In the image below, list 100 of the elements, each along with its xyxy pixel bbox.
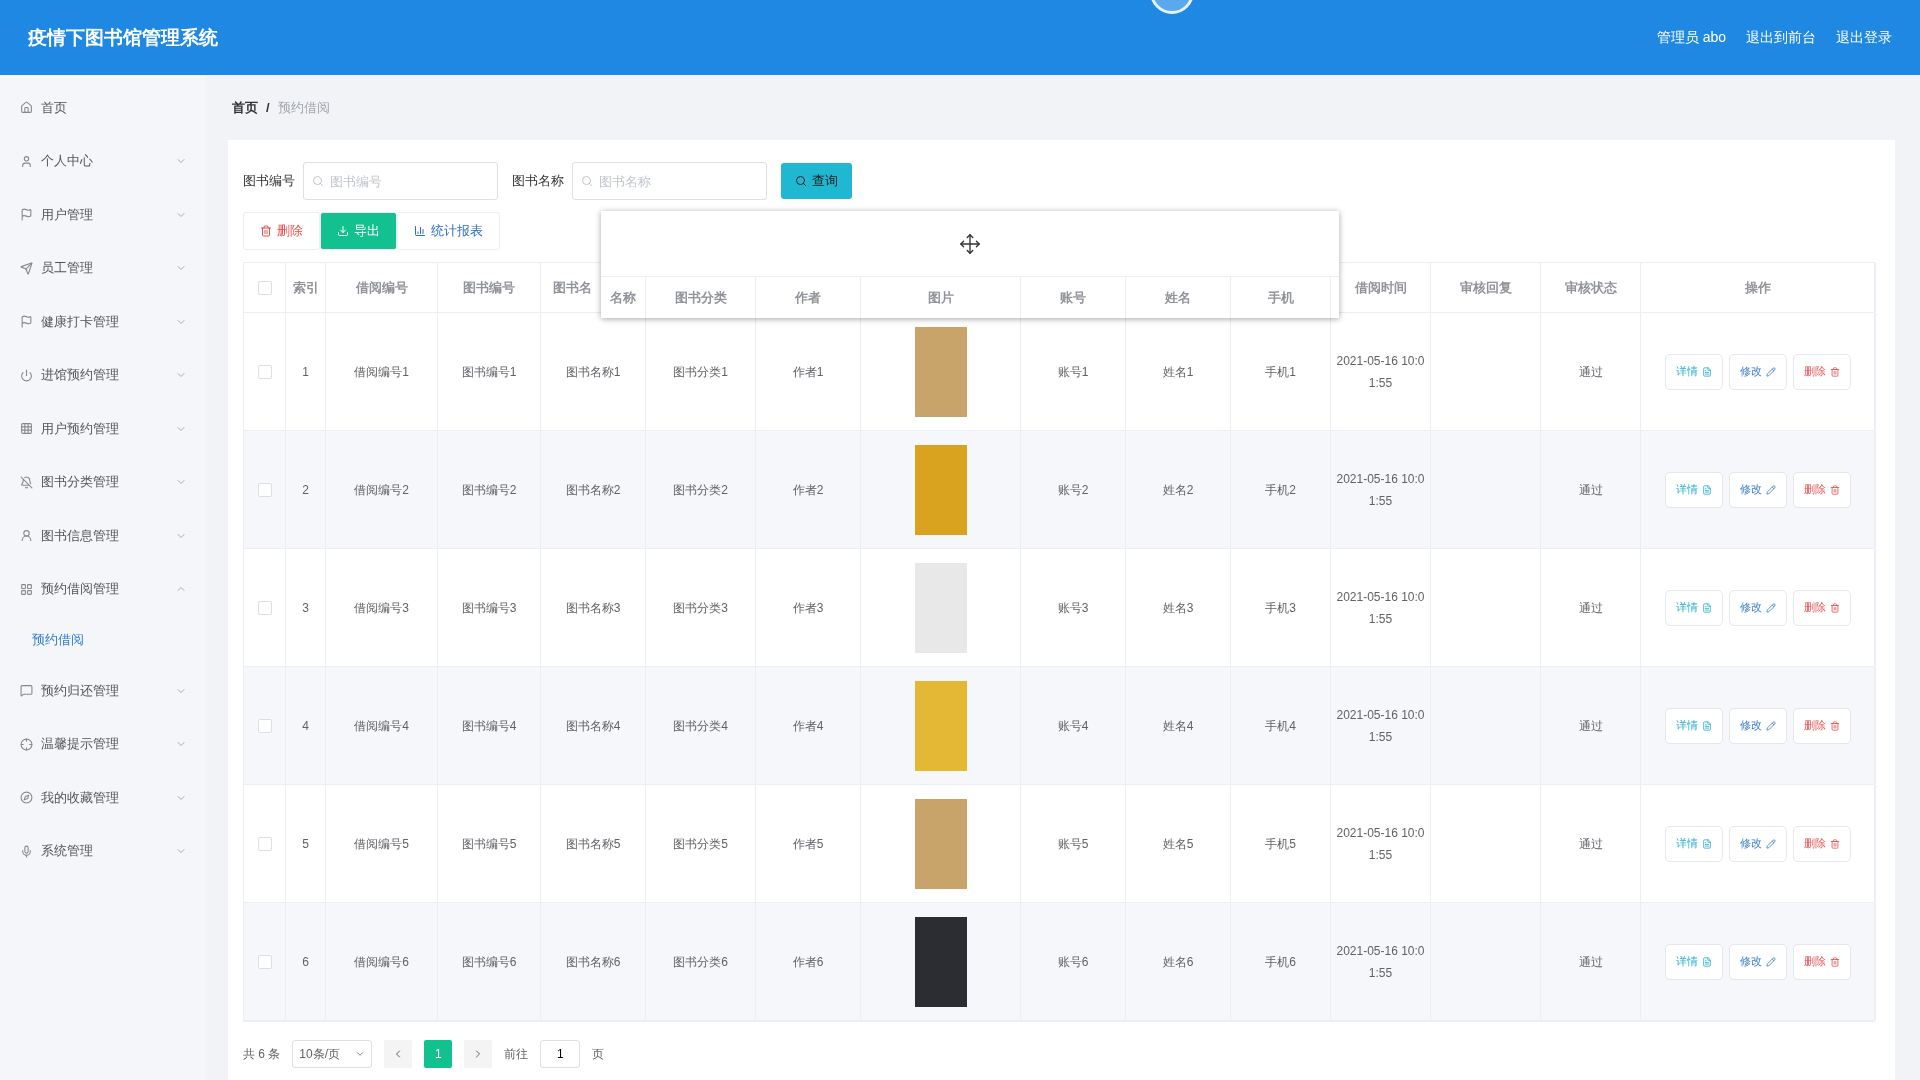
menu-item[interactable]: 我的收藏管理 — [0, 771, 205, 825]
table-cell-text: 图书名称5 — [565, 835, 621, 853]
delete-button[interactable]: 删除 — [1793, 707, 1851, 744]
search-icon — [581, 175, 593, 187]
delete-button[interactable]: 删除 — [1793, 825, 1851, 862]
table-cell-text: 图书名称3 — [565, 599, 621, 617]
details-button[interactable]: 详情 — [1665, 589, 1723, 626]
column-header: 图书分类 — [646, 277, 756, 318]
flag-icon — [20, 315, 33, 329]
bell-off-icon — [20, 475, 33, 489]
column-header: 操作 — [1641, 263, 1876, 312]
details-button[interactable]: 详情 — [1665, 825, 1723, 862]
submenu-item[interactable]: 预约借阅 — [0, 616, 205, 664]
header-link[interactable]: 退出登录 — [1836, 28, 1892, 47]
breadcrumb-item[interactable]: 首页 — [232, 98, 258, 117]
search-field[interactable]: 图书编号 — [303, 162, 498, 200]
bar-chart-icon — [414, 225, 426, 237]
menu-item[interactable]: 首页 — [0, 81, 205, 135]
page-size-select[interactable]: 10条/页 — [292, 1040, 373, 1068]
table-cell-text: 作者1 — [792, 363, 824, 381]
edit-button[interactable]: 修改 — [1729, 707, 1787, 744]
menu-item[interactable]: 员工管理 — [0, 241, 205, 295]
menu-item[interactable]: 用户管理 — [0, 188, 205, 242]
table-cell-text: 通过 — [1578, 599, 1603, 617]
menu-item[interactable]: 温馨提示管理 — [0, 717, 205, 771]
table-cell-text: 账号1 — [1057, 363, 1089, 381]
table-cell-text: 作者4 — [792, 717, 824, 735]
next-page-button[interactable] — [464, 1040, 493, 1068]
table-cell-text: 姓名4 — [1162, 717, 1194, 735]
menu-item[interactable]: 预约借阅管理 — [0, 562, 205, 616]
pencil-icon — [1766, 720, 1776, 731]
row-checkbox[interactable] — [257, 718, 272, 733]
delete-button[interactable]: 删除 — [1793, 353, 1851, 390]
trash-icon — [1830, 956, 1840, 967]
row-checkbox[interactable] — [257, 482, 272, 497]
export-button[interactable]: 导出 — [320, 212, 397, 250]
person-icon — [20, 529, 33, 543]
table-cell-text: 图书分类1 — [673, 363, 728, 381]
search-field[interactable]: 图书名称 — [572, 162, 767, 200]
document-icon — [1702, 720, 1712, 731]
move-icon — [959, 232, 981, 255]
table-cell-text: 手机1 — [1265, 363, 1296, 381]
grid-icon — [20, 422, 33, 436]
row-checkbox[interactable] — [257, 364, 272, 379]
menu-item[interactable]: 图书分类管理 — [0, 455, 205, 509]
pencil-icon — [1766, 602, 1776, 613]
menu-item[interactable]: 用户预约管理 — [0, 402, 205, 456]
document-icon — [1702, 602, 1712, 613]
table-cell-text: 账号6 — [1057, 953, 1089, 971]
row-checkbox[interactable] — [257, 600, 272, 615]
row-checkbox[interactable] — [257, 954, 272, 969]
menu-item[interactable]: 进馆预约管理 — [0, 348, 205, 402]
delete-button[interactable]: 删除 — [1793, 471, 1851, 508]
menu-item[interactable]: 系统管理 — [0, 824, 205, 878]
edit-button[interactable]: 修改 — [1729, 589, 1787, 626]
compass-icon — [20, 791, 33, 805]
edit-button[interactable]: 修改 — [1729, 943, 1787, 980]
menu-item[interactable]: 图书信息管理 — [0, 509, 205, 563]
table-cell-text: 手机4 — [1265, 717, 1296, 735]
delete-button[interactable]: 删除 — [243, 212, 320, 250]
column-header: 手机 — [1231, 277, 1331, 318]
column-header: 图书编号 — [438, 263, 541, 312]
edit-button[interactable]: 修改 — [1729, 353, 1787, 390]
header-link[interactable]: 退出到前台 — [1746, 28, 1816, 47]
row-checkbox[interactable] — [257, 836, 272, 851]
table-cell-text: 图书名称2 — [565, 481, 621, 499]
page-input[interactable]: 1 — [540, 1040, 581, 1068]
delete-button[interactable]: 删除 — [1793, 943, 1851, 980]
menu-item[interactable]: 预约归还管理 — [0, 664, 205, 718]
table-cell-text: 2021-05-16 10:01:55 — [1335, 470, 1426, 510]
prev-page-button[interactable] — [384, 1040, 413, 1068]
edit-button[interactable]: 修改 — [1729, 825, 1787, 862]
pencil-icon — [1766, 838, 1776, 849]
table-cell-text: 2021-05-16 10:01:55 — [1335, 824, 1426, 864]
dragged-header-panel[interactable]: 名称 图书分类 作者 图片 账号 姓名 手机 — [601, 211, 1339, 318]
table-cell-text: 图书名称6 — [565, 953, 621, 971]
table-cell-text: 图书分类5 — [673, 835, 728, 853]
delete-button[interactable]: 删除 — [1793, 589, 1851, 626]
column-header: 作者 — [756, 277, 861, 318]
table-cell-text: 图书编号2 — [461, 481, 517, 499]
search-button[interactable]: 查询 — [781, 163, 852, 199]
select-all-checkbox[interactable] — [257, 280, 272, 295]
details-button[interactable]: 详情 — [1665, 943, 1723, 980]
details-button[interactable]: 详情 — [1665, 353, 1723, 390]
edit-button[interactable]: 修改 — [1729, 471, 1787, 508]
trash-icon — [1830, 720, 1840, 731]
field-label: 图书名称 — [512, 172, 564, 190]
trash-icon — [1830, 838, 1840, 849]
menu-item[interactable]: 健康打卡管理 — [0, 295, 205, 349]
details-button[interactable]: 详情 — [1665, 471, 1723, 508]
table-cell-text: 姓名2 — [1162, 481, 1194, 499]
menu-item[interactable]: 个人中心 — [0, 134, 205, 188]
details-button[interactable]: 详情 — [1665, 707, 1723, 744]
search-icon — [795, 175, 807, 187]
power-icon — [20, 368, 33, 382]
table-cell-text: 作者5 — [792, 835, 824, 853]
chat-icon — [20, 684, 33, 698]
table-cell-text: 图书编号5 — [461, 835, 517, 853]
report-button[interactable]: 统计报表 — [397, 212, 500, 250]
page-button[interactable]: 1 — [424, 1040, 453, 1068]
